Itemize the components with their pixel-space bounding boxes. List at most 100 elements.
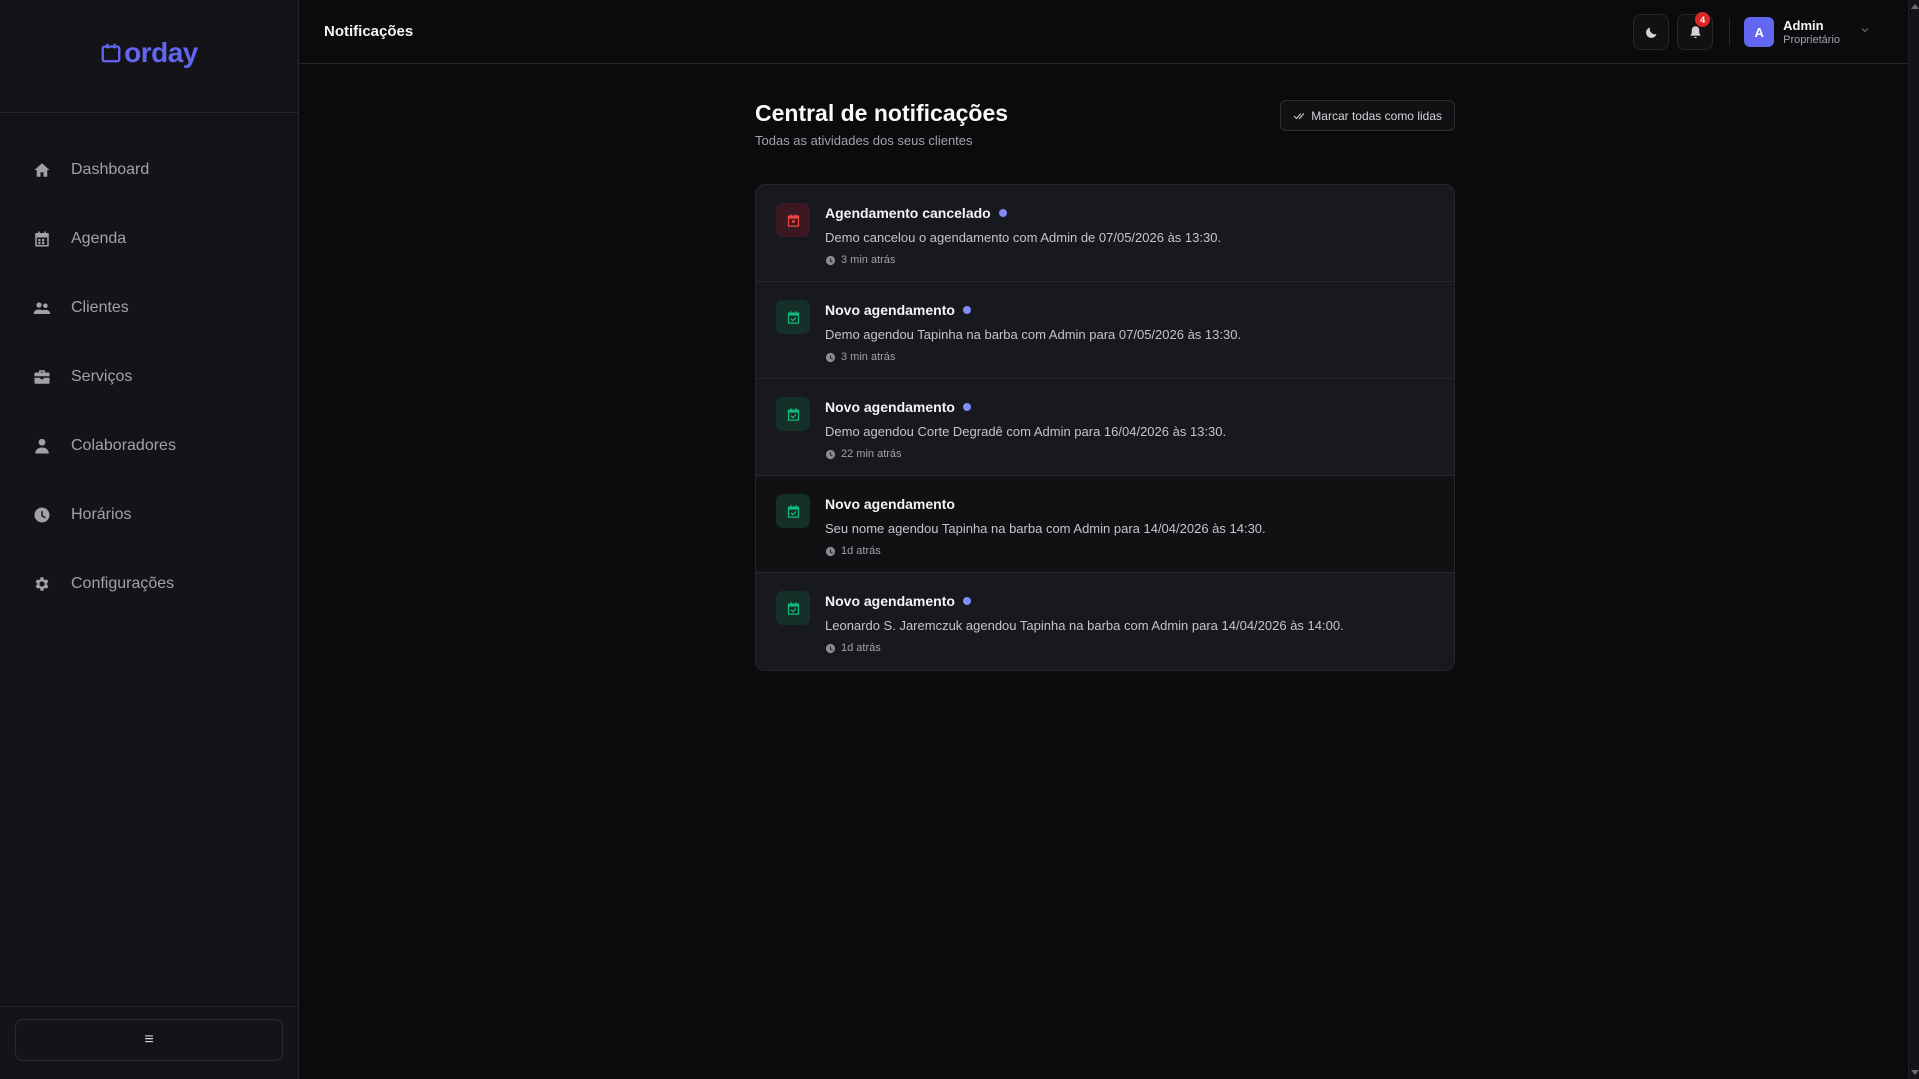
notification-time-text: 22 min atrás bbox=[841, 448, 902, 460]
menu-icon: ≡ bbox=[144, 1031, 154, 1048]
notification-body: Agendamento cancelado Demo cancelou o ag… bbox=[825, 203, 1222, 266]
notification-time-text: 3 min atrás bbox=[841, 351, 896, 363]
sidebar-item-label: Serviços bbox=[71, 367, 133, 385]
notification-item[interactable]: Agendamento cancelado Demo cancelou o ag… bbox=[756, 185, 1454, 282]
unread-dot bbox=[962, 306, 971, 314]
notifications-button[interactable]: 4 bbox=[1677, 12, 1714, 50]
calendar-check-icon bbox=[776, 300, 810, 334]
notification-body: Novo agendamento Demo agendou Corte Degr… bbox=[825, 397, 1227, 460]
sidebar-footer: ≡ bbox=[0, 1006, 298, 1079]
notification-item[interactable]: Novo agendamento Demo agendou Corte Degr… bbox=[756, 379, 1454, 476]
sidebar-item-configuracoes[interactable]: Configurações bbox=[0, 549, 298, 618]
sidebar: orday Dashboard Agenda Clientes Serviços… bbox=[0, 0, 299, 1079]
sidebar-item-clientes[interactable]: Clientes bbox=[0, 273, 298, 342]
brand: orday bbox=[0, 0, 298, 113]
user-icon bbox=[35, 438, 49, 453]
top-header: Notificações 4 A Admin Proprietário bbox=[299, 0, 1908, 64]
notification-item[interactable]: Novo agendamento Demo agendou Tapinha na… bbox=[756, 282, 1454, 379]
sidebar-item-servicos[interactable]: Serviços bbox=[0, 342, 298, 411]
notification-title: Novo agendamento bbox=[825, 399, 1226, 415]
notification-title-text: Novo agendamento bbox=[825, 496, 955, 512]
notification-item[interactable]: Novo agendamento Leonardo S. Jaremczuk a… bbox=[756, 573, 1454, 670]
notification-title: Novo agendamento bbox=[825, 496, 1266, 512]
clock-icon bbox=[825, 255, 836, 265]
notification-body: Novo agendamento Demo agendou Tapinha na… bbox=[825, 300, 1242, 363]
notification-time-text: 1d atrás bbox=[841, 642, 881, 654]
scroll-up-arrow-icon[interactable] bbox=[1911, 4, 1919, 9]
calendar-check-icon bbox=[776, 494, 810, 528]
clock-icon bbox=[825, 643, 836, 653]
notification-count-badge: 4 bbox=[1695, 12, 1711, 27]
calendar-x-icon bbox=[776, 203, 810, 237]
calendar-check-icon bbox=[776, 591, 810, 625]
page-head: Central de notificações Todas as ativida… bbox=[755, 100, 1455, 184]
page-scrollbar[interactable] bbox=[1908, 0, 1919, 1079]
home-icon bbox=[34, 162, 50, 177]
notification-title: Novo agendamento bbox=[825, 593, 1344, 609]
mark-all-read-button[interactable]: Marcar todas como lidas bbox=[1280, 100, 1455, 131]
notification-title-text: Novo agendamento bbox=[825, 302, 955, 318]
brand-logo[interactable]: orday bbox=[100, 37, 198, 69]
notification-message: Seu nome agendou Tapinha na barba com Ad… bbox=[825, 521, 1266, 536]
notification-time: 1d atrás bbox=[825, 642, 1344, 654]
user-name: Admin bbox=[1783, 17, 1824, 33]
mark-all-read-label: Marcar todas como lidas bbox=[1311, 108, 1442, 123]
sidebar-collapse-button[interactable]: ≡ bbox=[15, 1019, 283, 1061]
gear-icon bbox=[35, 576, 49, 591]
notification-title-text: Agendamento cancelado bbox=[825, 205, 991, 221]
notification-title-text: Novo agendamento bbox=[825, 593, 955, 609]
notification-title-text: Novo agendamento bbox=[825, 399, 955, 415]
page-header-title: Notificações bbox=[324, 23, 414, 40]
clock-icon bbox=[825, 546, 836, 556]
theme-toggle-button[interactable] bbox=[1633, 14, 1670, 50]
brand-name: orday bbox=[124, 37, 198, 68]
briefcase-icon bbox=[34, 369, 50, 384]
user-menu[interactable]: A Admin Proprietário bbox=[1744, 17, 1871, 47]
notification-message: Leonardo S. Jaremczuk agendou Tapinha na… bbox=[825, 618, 1344, 633]
scroll-down-arrow-icon[interactable] bbox=[1911, 1070, 1919, 1075]
sidebar-item-label: Agenda bbox=[71, 229, 127, 247]
notification-body: Novo agendamento Leonardo S. Jaremczuk a… bbox=[825, 591, 1344, 654]
notification-title: Agendamento cancelado bbox=[825, 205, 1221, 221]
user-info: Admin Proprietário bbox=[1783, 18, 1840, 47]
notification-message: Demo agendou Tapinha na barba com Admin … bbox=[825, 327, 1242, 342]
check-double-icon bbox=[1293, 112, 1305, 119]
calendar-logo-icon bbox=[101, 43, 121, 63]
notification-time: 3 min atrás bbox=[825, 351, 1241, 363]
notification-time: 3 min atrás bbox=[825, 254, 1221, 266]
notification-message: Demo cancelou o agendamento com Admin de… bbox=[825, 230, 1222, 245]
notifications-page: Central de notificações Todas as ativida… bbox=[755, 96, 1455, 671]
notification-item[interactable]: Novo agendamento Seu nome agendou Tapinh… bbox=[756, 476, 1454, 573]
sidebar-item-label: Clientes bbox=[71, 298, 129, 316]
clock-icon bbox=[34, 507, 50, 522]
notification-body: Novo agendamento Seu nome agendou Tapinh… bbox=[825, 494, 1266, 557]
sidebar-item-agenda[interactable]: Agenda bbox=[0, 204, 298, 273]
calendar-check-icon bbox=[776, 397, 810, 431]
sidebar-item-dashboard[interactable]: Dashboard bbox=[0, 135, 298, 204]
sidebar-item-label: Horários bbox=[71, 505, 132, 523]
notification-list: Agendamento cancelado Demo cancelou o ag… bbox=[755, 184, 1455, 671]
sidebar-item-horarios[interactable]: Horários bbox=[0, 480, 298, 549]
users-icon bbox=[33, 301, 51, 314]
notification-time: 22 min atrás bbox=[825, 448, 1226, 460]
notification-time-text: 1d atrás bbox=[841, 545, 881, 557]
clock-icon bbox=[825, 449, 836, 459]
notification-title: Novo agendamento bbox=[825, 302, 1241, 318]
unread-dot bbox=[962, 597, 971, 605]
clock-icon bbox=[825, 352, 836, 362]
notification-time-text: 3 min atrás bbox=[841, 254, 896, 266]
header-actions: 4 A Admin Proprietário bbox=[1625, 12, 1871, 50]
header-divider bbox=[1729, 18, 1731, 46]
user-role: Proprietário bbox=[1783, 33, 1840, 46]
sidebar-item-label: Dashboard bbox=[71, 160, 150, 178]
sidebar-item-colaboradores[interactable]: Colaboradores bbox=[0, 411, 298, 480]
unread-dot bbox=[962, 403, 971, 411]
sidebar-item-label: Configurações bbox=[71, 574, 175, 592]
notification-message: Demo agendou Corte Degradê com Admin par… bbox=[825, 424, 1227, 439]
calendar-icon bbox=[35, 231, 49, 246]
sidebar-item-label: Colaboradores bbox=[71, 436, 176, 454]
page-subtitle: Todas as atividades dos seus clientes bbox=[755, 133, 973, 148]
notification-time: 1d atrás bbox=[825, 545, 1266, 557]
chevron-down-icon bbox=[1849, 23, 1871, 41]
moon-icon bbox=[1645, 27, 1657, 38]
